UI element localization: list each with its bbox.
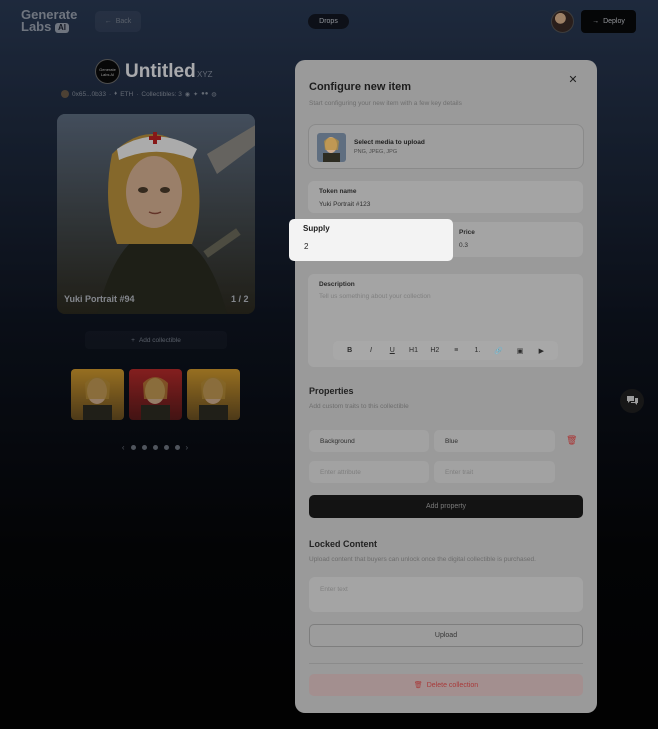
modal-title: Configure new item (309, 81, 412, 93)
italic-icon[interactable]: I (364, 347, 378, 354)
token-name-label: Token name (319, 188, 357, 195)
supply-label: Supply (303, 224, 330, 233)
numbered-list-icon[interactable]: 1. (470, 347, 484, 354)
underline-icon[interactable]: U (385, 347, 399, 354)
bold-icon[interactable]: B (343, 347, 357, 354)
uploaded-image (317, 133, 346, 162)
bullet-list-icon[interactable]: ≡ (449, 347, 463, 354)
token-name-field[interactable]: Token name Yuki Portrait #123 (308, 181, 583, 213)
add-property-button[interactable]: Add property (309, 495, 583, 518)
delete-collection-button[interactable]: 🗑 Delete collection (309, 674, 583, 696)
link-icon[interactable]: 🔗 (492, 347, 506, 355)
trash-icon[interactable]: 🗑 (566, 435, 577, 446)
video-icon[interactable]: ▶ (534, 347, 548, 355)
new-trait-input[interactable]: Enter trait (434, 461, 555, 483)
media-upload-dropzone[interactable]: Select media to upload PNG, JPEG, JPG (308, 124, 584, 169)
new-attribute-input[interactable]: Enter attribute (309, 461, 429, 483)
property-value-input[interactable]: Blue (434, 430, 555, 452)
close-icon[interactable]: ✕ (567, 73, 579, 86)
rich-text-toolbar: B I U H1 H2 ≡ 1. 🔗 ▣ ▶ (333, 341, 558, 360)
upload-label: Select media to upload (354, 139, 425, 146)
token-name-input[interactable]: Yuki Portrait #123 (319, 201, 370, 208)
property-key-input[interactable]: Background (309, 430, 429, 452)
price-input[interactable]: 0.3 (459, 242, 468, 249)
supply-field[interactable]: Supply 2 (289, 219, 453, 261)
properties-subtitle: Add custom traits to this collectible (309, 403, 409, 410)
modal-subtitle: Start configuring your new item with a f… (309, 100, 462, 107)
media-thumbnail (317, 133, 346, 162)
heading1-icon[interactable]: H1 (407, 347, 421, 354)
delete-label: Delete collection (426, 681, 479, 689)
properties-title: Properties (309, 386, 354, 396)
locked-content-placeholder: Enter text (320, 586, 348, 593)
heading2-icon[interactable]: H2 (428, 347, 442, 354)
upload-file-types: PNG, JPEG, JPG (354, 149, 398, 155)
divider (309, 663, 583, 664)
description-textarea[interactable]: Tell us something about your collection (319, 293, 431, 300)
description-label: Description (319, 281, 355, 288)
configure-item-modal: Configure new item Start configuring you… (295, 60, 597, 713)
upload-button[interactable]: Upload (309, 624, 583, 647)
price-field[interactable]: Price 0.3 (448, 222, 583, 257)
price-label: Price (459, 229, 475, 236)
locked-content-textarea[interactable]: Enter text (309, 577, 583, 612)
supply-input[interactable]: 2 (304, 242, 308, 251)
locked-content-title: Locked Content (309, 539, 378, 549)
trash-icon: 🗑 (413, 682, 423, 689)
locked-content-subtitle: Upload content that buyers can unlock on… (309, 556, 536, 563)
image-icon[interactable]: ▣ (513, 347, 527, 355)
